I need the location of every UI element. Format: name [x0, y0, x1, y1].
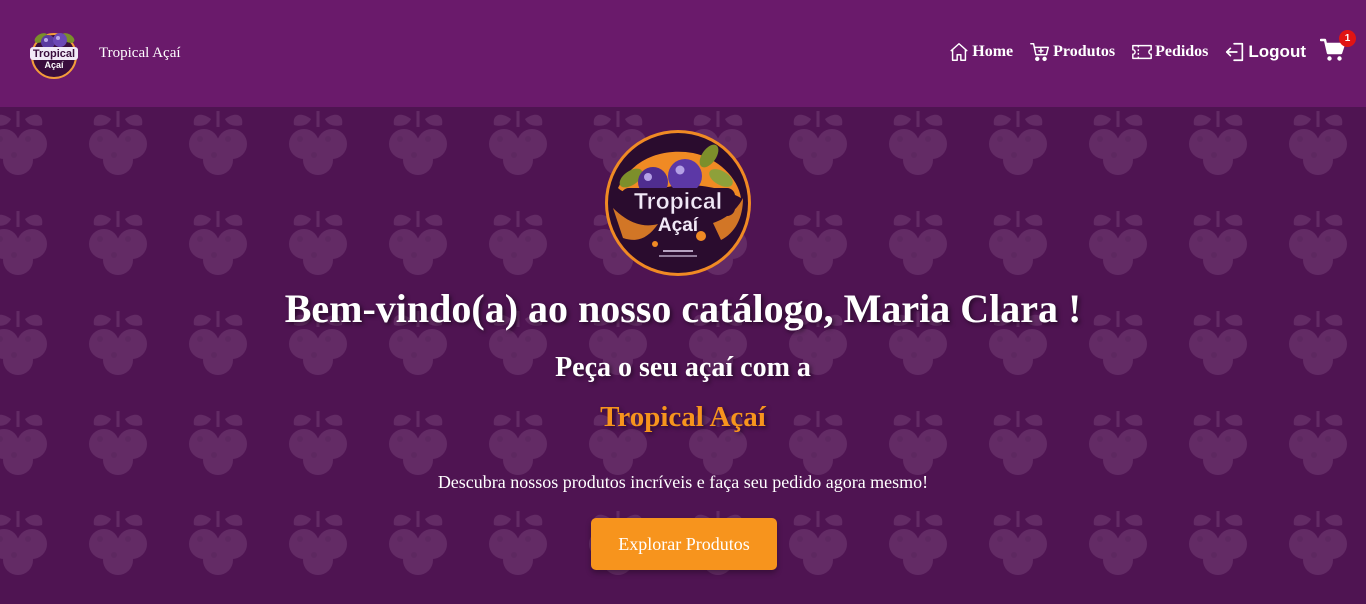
svg-text:Tropical: Tropical	[634, 188, 722, 214]
nav-link-logout-label: Logout	[1248, 42, 1306, 61]
hero-subtitle: Peça o seu açaí com a	[555, 352, 811, 383]
explore-products-button[interactable]: Explorar Produtos	[591, 518, 777, 570]
cart-button[interactable]: 1	[1319, 29, 1356, 67]
svg-text:Açaí: Açaí	[44, 60, 64, 70]
nav-links: Home Produtos Pedidos Logout 1	[932, 29, 1356, 70]
nav-link-pedidos[interactable]: Pedidos	[1131, 41, 1208, 63]
welcome-heading: Bem-vindo(a) ao nosso catálogo, Maria Cl…	[284, 286, 1082, 331]
cart-count-badge: 1	[1339, 29, 1356, 47]
brand[interactable]: Tropical Açaí Tropical Açaí	[26, 26, 181, 82]
hero-logo: Tropical Açaí	[603, 128, 753, 278]
nav-link-pedidos-label: Pedidos	[1155, 43, 1209, 60]
hero-description: Descubra nossos produtos incríveis e faç…	[437, 472, 929, 492]
nav-link-home-label: Home	[972, 43, 1014, 60]
ticket-icon	[1132, 44, 1152, 60]
hero-brand-name: Tropical Açaí	[600, 401, 766, 433]
nav-link-produtos[interactable]: Produtos	[1029, 41, 1115, 63]
navbar: Tropical Açaí Tropical Açaí Home Produto…	[0, 0, 1366, 107]
cart-plus-icon	[1030, 43, 1050, 62]
brand-name[interactable]: Tropical Açaí	[99, 45, 181, 62]
nav-link-logout[interactable]: Logout	[1224, 41, 1306, 63]
hero-content: Tropical Açaí Bem-vindo(a) ao nosso catá…	[0, 107, 1366, 604]
nav-link-home[interactable]: Home	[948, 41, 1013, 63]
svg-text:Tropical: Tropical	[33, 48, 75, 60]
nav-link-produtos-label: Produtos	[1053, 43, 1116, 60]
home-icon	[950, 43, 968, 61]
logout-icon	[1226, 42, 1244, 62]
brand-logo[interactable]: Tropical Açaí	[26, 26, 82, 82]
svg-text:Açaí: Açaí	[658, 215, 699, 236]
hero-section: Tropical Açaí Bem-vindo(a) ao nosso catá…	[0, 107, 1366, 604]
